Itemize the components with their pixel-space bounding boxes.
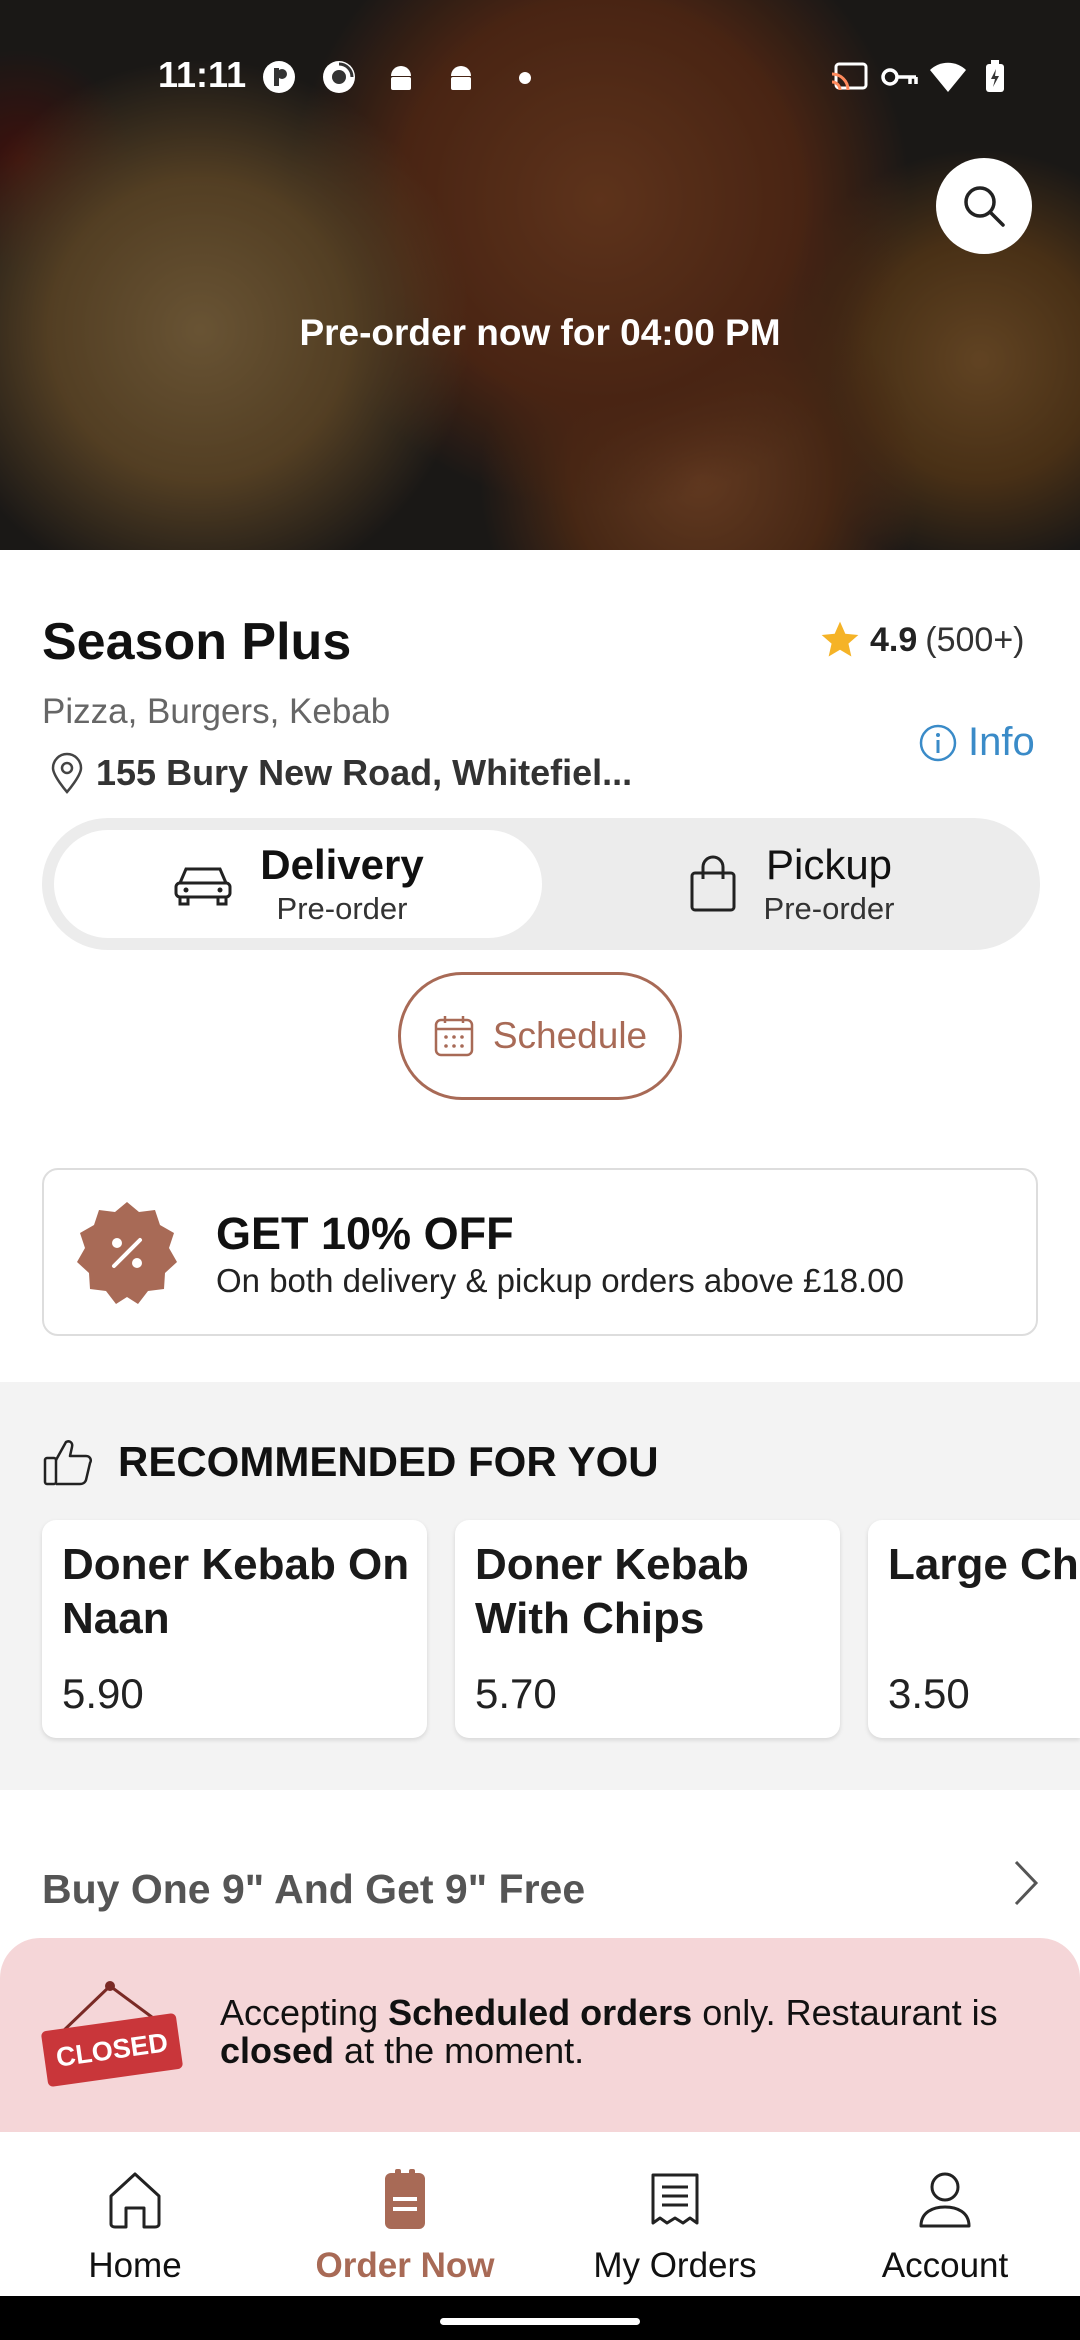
nav-my-orders[interactable]: My Orders (540, 2132, 810, 2296)
schedule-label: Schedule (492, 1015, 648, 1056)
info-icon (919, 724, 957, 761)
recommended-title: RECOMMENDED FOR YOU (118, 1438, 659, 1485)
category-title: Buy One 9" And Get 9" Free (42, 1866, 586, 1912)
info-label: Info (968, 720, 1035, 764)
closed-text-1: Accepting (220, 1992, 389, 2033)
recommended-header: RECOMMENDED FOR YOU (42, 1436, 659, 1488)
nav-order-now-label: Order Now (315, 2246, 495, 2285)
android-icon (451, 66, 471, 90)
android-icon (391, 66, 411, 90)
person-icon (919, 2172, 971, 2228)
address-text: 155 Bury New Road, Whitefiel... (96, 752, 633, 793)
cast-icon (831, 62, 868, 91)
item-name: Doner Kebab On Naan (62, 1540, 410, 1643)
item-name: Large Chi (888, 1540, 1080, 1589)
closed-text-3: at the moment. (334, 2030, 585, 2071)
location-pin-icon (51, 752, 83, 794)
nav-order-now[interactable]: Order Now (270, 2132, 540, 2296)
info-button[interactable]: Info (918, 720, 1035, 765)
star-icon (821, 621, 859, 657)
rating-count: (500+) (925, 620, 1025, 659)
pickup-label: Pickup (765, 841, 893, 888)
category-row[interactable]: Buy One 9" And Get 9" Free (0, 1826, 1080, 1938)
nav-account[interactable]: Account (810, 2132, 1080, 2296)
nav-my-orders-label: My Orders (593, 2246, 757, 2285)
status-bar: 11:11 (0, 48, 1080, 104)
item-price: 3.50 (888, 1670, 970, 1717)
nav-account-label: Account (881, 2246, 1009, 2285)
receipt-icon (651, 2173, 699, 2225)
address: 155 Bury New Road, Whitefiel... (48, 752, 632, 794)
recommended-section: RECOMMENDED FOR YOU Doner Kebab On Naan … (0, 1382, 1080, 1790)
wifi-icon (930, 62, 966, 92)
search-button[interactable] (936, 158, 1032, 254)
delivery-label: Delivery (260, 841, 424, 888)
hero-image: 11:11 Pre-order now for 04:00 PM (0, 0, 1080, 550)
nav-home-label: Home (88, 2246, 182, 2285)
delivery-sublabel: Pre-order (276, 891, 408, 926)
item-price: 5.70 (475, 1670, 557, 1717)
nav-home[interactable]: Home (0, 2132, 270, 2296)
recommended-item[interactable]: Doner Kebab On Naan 5.90 (42, 1520, 427, 1738)
rating: 4.9 (500+) (818, 618, 1025, 662)
system-gesture-bar (0, 2296, 1080, 2340)
order-type-toggle: Delivery Pre-order Pickup Pre-order (42, 818, 1040, 950)
promo-card[interactable]: GET 10% OFF On both delivery & pickup or… (42, 1168, 1038, 1336)
restaurant-name: Season Plus (42, 613, 352, 671)
app-icon-2 (323, 61, 355, 93)
percent-badge-icon (77, 1202, 177, 1304)
item-price: 5.90 (62, 1670, 144, 1717)
home-icon (109, 2172, 161, 2229)
cuisine-list: Pizza, Burgers, Kebab (42, 692, 391, 731)
recommended-item[interactable]: Doner Kebab With Chips 5.70 (455, 1520, 840, 1738)
order-menu-icon (385, 2169, 425, 2229)
pickup-option[interactable]: Pickup Pre-order (552, 830, 1030, 938)
item-name: Doner Kebab With Chips (475, 1540, 749, 1643)
bag-icon (690, 855, 736, 912)
chevron-right-icon (1014, 1860, 1039, 1906)
recommended-item[interactable]: Large Chi 3.50 (868, 1520, 1080, 1738)
search-icon (964, 186, 1005, 227)
closed-bold-1: Scheduled orders (388, 1992, 693, 2033)
app-icon-1 (263, 61, 295, 93)
preorder-banner: Pre-order now for 04:00 PM (299, 312, 781, 353)
pickup-sublabel: Pre-order (763, 891, 895, 926)
promo-subtitle: On both delivery & pickup orders above £… (216, 1262, 904, 1299)
vpn-key-icon (881, 68, 918, 86)
delivery-option[interactable]: Delivery Pre-order (54, 830, 542, 938)
closed-notice: CLOSED Accepting Scheduled orders only. … (0, 1938, 1080, 2132)
car-icon (174, 867, 232, 906)
bottom-navigation: Home Order Now My Orders Account (0, 2132, 1080, 2296)
closed-bold-2: closed (220, 2030, 335, 2071)
dot-indicator (519, 72, 531, 84)
calendar-icon (434, 1016, 474, 1057)
closed-text-2: only. Restaurant is (692, 1992, 998, 2033)
promo-title: GET 10% OFF (216, 1208, 514, 1259)
thumbs-up-icon (43, 1440, 93, 1486)
schedule-button[interactable]: Schedule (398, 972, 682, 1100)
closed-sign-icon: CLOSED (41, 1981, 183, 2087)
battery-charging-icon (986, 60, 1004, 92)
home-gesture-handle[interactable] (440, 2318, 640, 2325)
rating-value: 4.9 (870, 620, 918, 659)
status-time: 11:11 (158, 54, 247, 95)
closed-message: Accepting Scheduled orders only. Restaur… (220, 1994, 1040, 2070)
